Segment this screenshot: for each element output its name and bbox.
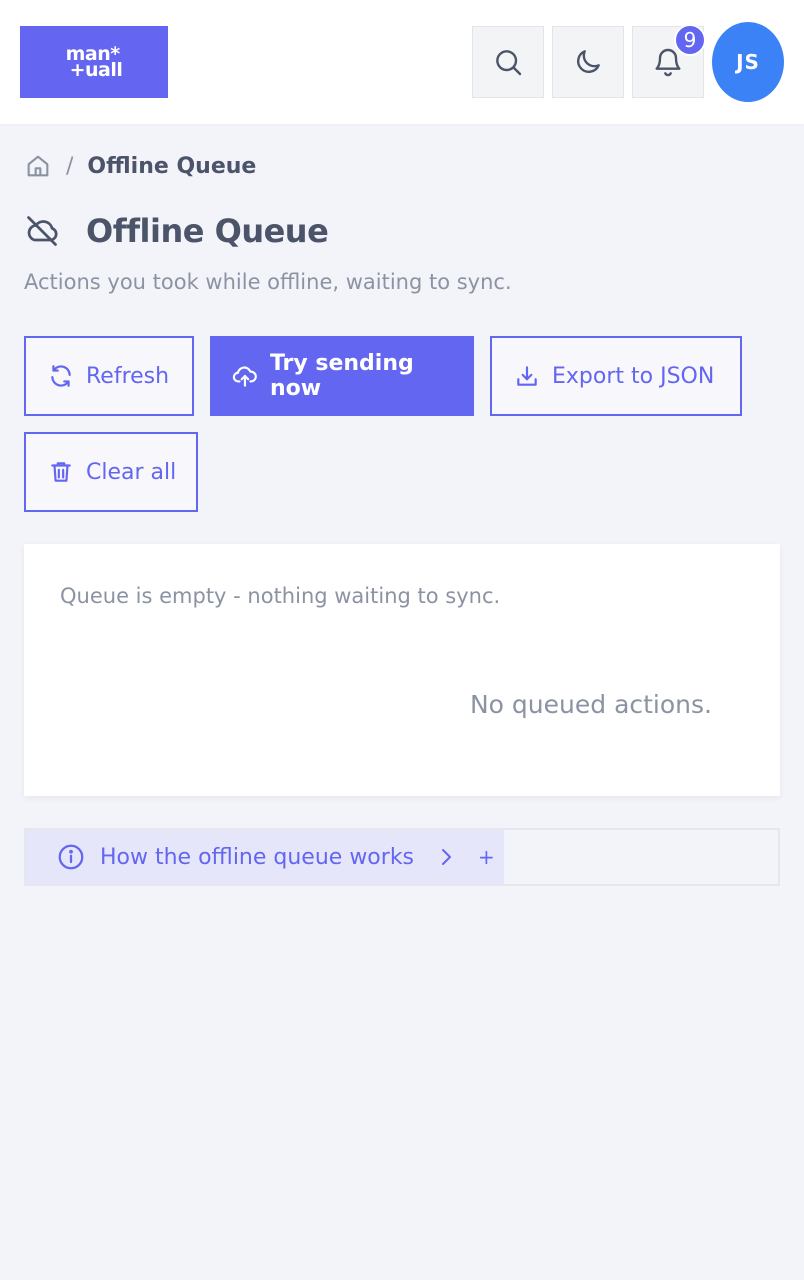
queue-status: Queue is empty - nothing waiting to sync… xyxy=(60,584,501,608)
clear-all-button[interactable]: Clear all xyxy=(24,432,198,512)
moon-icon xyxy=(577,50,600,73)
help-label: How the offline queue works xyxy=(100,844,415,870)
chevron-right-icon xyxy=(442,849,452,865)
home-icon[interactable] xyxy=(24,152,52,180)
refresh-label: Refresh xyxy=(86,363,170,389)
refresh-button[interactable]: Refresh xyxy=(24,336,194,416)
export-json-button[interactable]: Export to JSON xyxy=(490,336,742,416)
logo-line-2: +uall xyxy=(69,59,123,81)
download-icon xyxy=(517,366,537,386)
search-icon xyxy=(496,50,522,76)
breadcrumb-current: Offline Queue xyxy=(87,153,257,179)
cloud-upload-icon xyxy=(232,366,257,387)
avatar[interactable]: JS xyxy=(712,22,784,102)
help-toggle[interactable]: How the offline queue works + xyxy=(26,830,504,884)
breadcrumb-separator: / xyxy=(66,153,74,179)
top-bar: man* +uall 9 JS xyxy=(0,0,804,124)
queue-card: Queue is empty - nothing waiting to sync… xyxy=(24,544,780,796)
search-button[interactable] xyxy=(472,26,544,98)
clear-all-label: Clear all xyxy=(86,459,177,485)
page-subtitle: Actions you took while offline, waiting … xyxy=(24,270,512,294)
logo-text: man* +uall xyxy=(66,45,123,81)
notification-badge: 9 xyxy=(674,24,706,56)
page-title: Offline Queue xyxy=(86,212,329,250)
help-accordion: How the offline queue works + xyxy=(24,828,780,886)
theme-toggle-button[interactable] xyxy=(552,26,624,98)
trash-icon xyxy=(51,462,71,482)
expand-indicator: + xyxy=(478,845,495,869)
logo[interactable]: man* +uall xyxy=(20,26,168,98)
empty-message: No queued actions. xyxy=(469,690,712,719)
page-header: Offline Queue xyxy=(24,212,329,250)
cloud-off-icon xyxy=(27,216,58,246)
try-sending-label: Try sending now xyxy=(269,351,414,401)
refresh-icon xyxy=(51,365,71,387)
info-icon xyxy=(58,844,84,870)
try-sending-button[interactable]: Try sending now xyxy=(210,336,474,416)
breadcrumb: / Offline Queue xyxy=(24,150,256,182)
export-json-label: Export to JSON xyxy=(552,363,715,389)
